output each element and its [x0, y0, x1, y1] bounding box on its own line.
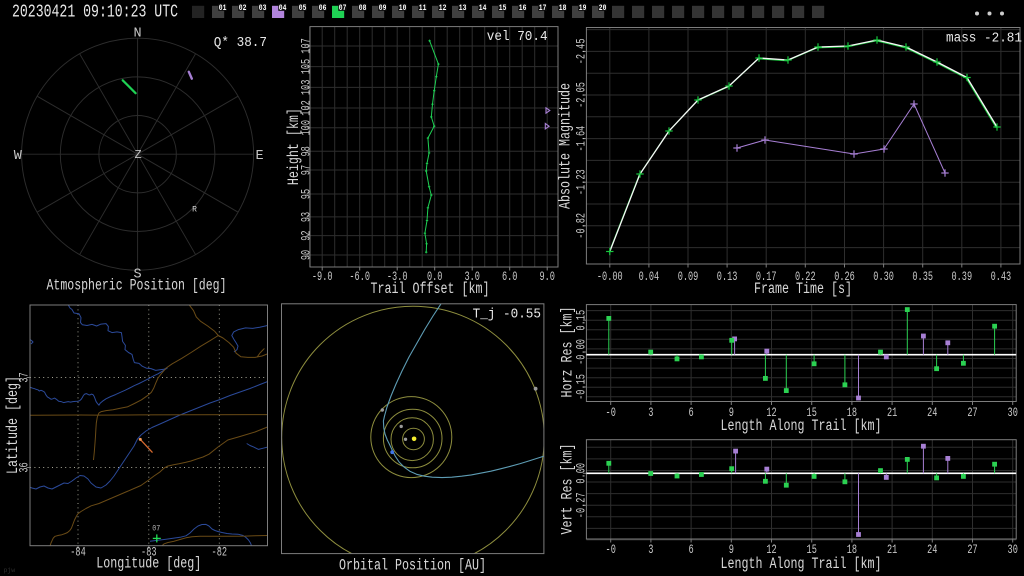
- svg-text:-1.64: -1.64: [574, 126, 589, 152]
- svg-text:6: 6: [689, 542, 694, 557]
- svg-text:04: 04: [279, 3, 287, 13]
- svg-text:Z: Z: [134, 148, 141, 162]
- svg-text:-84: -84: [70, 545, 86, 560]
- svg-text:20: 20: [599, 3, 607, 13]
- svg-text:14: 14: [479, 3, 487, 13]
- svg-text:Length Along Trail [km]: Length Along Trail [km]: [721, 555, 882, 573]
- svg-text:95: 95: [299, 189, 314, 199]
- svg-text:11: 11: [419, 3, 427, 13]
- svg-text:21: 21: [887, 405, 897, 420]
- svg-text:E: E: [255, 149, 263, 164]
- svg-text:103: 103: [299, 80, 314, 96]
- svg-text:0.39: 0.39: [952, 269, 973, 284]
- svg-text:3: 3: [648, 542, 653, 557]
- svg-text:07: 07: [152, 524, 160, 534]
- svg-text:Frame Time [s]: Frame Time [s]: [754, 280, 852, 298]
- svg-text:09: 09: [379, 3, 387, 13]
- svg-text:24: 24: [927, 405, 937, 420]
- svg-text:24: 24: [927, 542, 937, 557]
- svg-text:-9.0: -9.0: [312, 269, 333, 284]
- svg-text:Q* 38.7: Q* 38.7: [214, 35, 267, 51]
- svg-text:07: 07: [339, 3, 347, 13]
- svg-text:10: 10: [399, 3, 407, 13]
- svg-text:27: 27: [967, 405, 977, 420]
- svg-text:19: 19: [579, 3, 587, 13]
- svg-text:06: 06: [319, 3, 327, 13]
- svg-text:02: 02: [239, 3, 247, 13]
- svg-text:Height [km]: Height [km]: [285, 108, 303, 185]
- svg-text:-2.05: -2.05: [574, 82, 589, 108]
- svg-text:Length Along Trail [km]: Length Along Trail [km]: [721, 417, 882, 435]
- svg-text:12: 12: [439, 3, 447, 13]
- svg-text:17: 17: [539, 3, 547, 13]
- svg-text:-0: -0: [606, 542, 616, 557]
- svg-text:0.09: 0.09: [678, 269, 699, 284]
- svg-text:-0.00: -0.00: [597, 269, 623, 284]
- svg-text:Absolute Magnitude: Absolute Magnitude: [557, 83, 575, 209]
- svg-text:92: 92: [299, 231, 314, 241]
- svg-text:0.35: 0.35: [912, 269, 933, 284]
- svg-text:6: 6: [689, 405, 694, 420]
- svg-text:-0: -0: [606, 405, 616, 420]
- svg-text:20230421 09:10:23 UTC: 20230421 09:10:23 UTC: [12, 2, 178, 23]
- svg-text:0.04: 0.04: [639, 269, 660, 284]
- svg-text:13: 13: [459, 3, 467, 13]
- svg-text:Latitude [deg]: Latitude [deg]: [4, 376, 22, 474]
- svg-text:105: 105: [299, 59, 314, 75]
- svg-text:03: 03: [259, 3, 267, 13]
- svg-text:0.30: 0.30: [873, 269, 894, 284]
- svg-text:107: 107: [299, 38, 314, 54]
- svg-text:0.13: 0.13: [717, 269, 738, 284]
- svg-text:08: 08: [359, 3, 367, 13]
- svg-text:30: 30: [1008, 405, 1018, 420]
- svg-text:Vert Res [km]: Vert Res [km]: [559, 444, 577, 535]
- svg-text:W: W: [14, 149, 23, 164]
- svg-text:T_j -0.55: T_j -0.55: [473, 307, 541, 323]
- svg-text:18: 18: [559, 3, 567, 13]
- svg-text:90: 90: [299, 250, 314, 260]
- svg-text:N: N: [134, 27, 142, 42]
- svg-text:-1.23: -1.23: [574, 169, 589, 195]
- svg-text:vel 70.4: vel 70.4: [487, 29, 548, 45]
- svg-text:-0.82: -0.82: [574, 213, 589, 239]
- svg-text:0.43: 0.43: [991, 269, 1012, 284]
- svg-text:Longitude [deg]: Longitude [deg]: [96, 555, 201, 573]
- svg-text:9.0: 9.0: [539, 269, 555, 284]
- svg-text:Horz Res [km]: Horz Res [km]: [559, 307, 577, 398]
- svg-text:Atmospheric Position [deg]: Atmospheric Position [deg]: [47, 277, 227, 295]
- svg-text:6.0: 6.0: [502, 269, 518, 284]
- svg-text:mass -2.81: mass -2.81: [946, 31, 1022, 47]
- svg-text:21: 21: [887, 542, 897, 557]
- svg-text:01: 01: [219, 3, 227, 13]
- svg-text:3: 3: [648, 405, 653, 420]
- svg-text:Trail Offset [km]: Trail Offset [km]: [371, 280, 490, 298]
- svg-text:Orbital Position [AU]: Orbital Position [AU]: [339, 557, 486, 575]
- svg-text:05: 05: [299, 3, 307, 13]
- svg-text:27: 27: [967, 542, 977, 557]
- svg-text:-6.0: -6.0: [349, 269, 370, 284]
- svg-text:30: 30: [1008, 542, 1018, 557]
- svg-text:pjw: pjw: [4, 567, 16, 574]
- svg-text:16: 16: [519, 3, 527, 13]
- svg-text:93: 93: [299, 212, 314, 222]
- svg-text:15: 15: [499, 3, 507, 13]
- svg-text:R: R: [192, 206, 197, 215]
- svg-text:-2.45: -2.45: [574, 39, 589, 65]
- svg-text:-82: -82: [212, 545, 228, 560]
